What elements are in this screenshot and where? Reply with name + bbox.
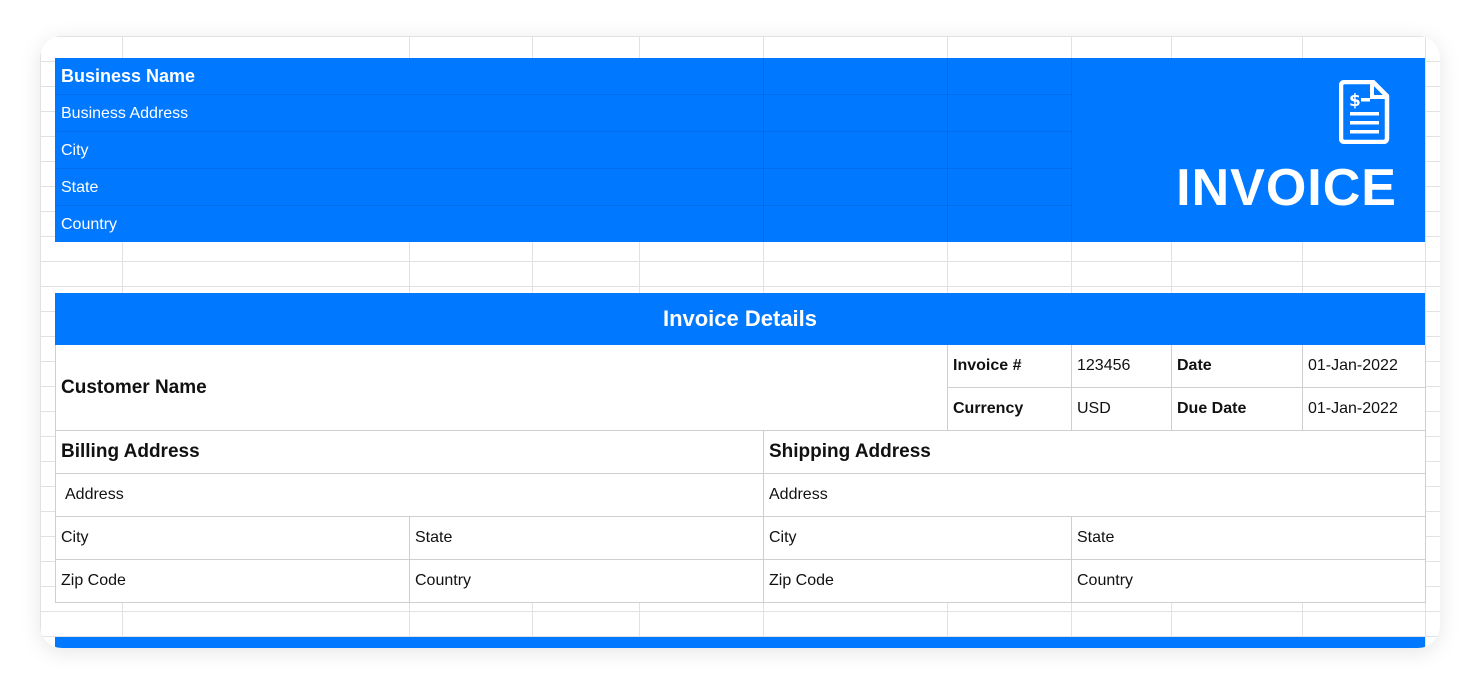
header-col-divider [1071,58,1072,242]
business-name[interactable]: Business Name [55,58,1071,95]
invoice-details-heading: Invoice Details [55,293,1425,345]
invoice-number-value[interactable]: 123456 [1072,345,1172,388]
billing-city[interactable]: City [55,517,410,560]
invoice-document-dollar-icon: $ [1339,80,1390,144]
invoice-number-label: Invoice # [948,345,1072,388]
business-state[interactable]: State [55,169,1071,206]
business-address[interactable]: Business Address [55,95,1071,132]
billing-address-heading: Billing Address [55,431,764,474]
invoice-title: INVOICE [1176,159,1397,217]
shipping-state[interactable]: State [1072,517,1426,560]
currency-value[interactable]: USD [1072,388,1172,431]
due-date-label: Due Date [1172,388,1303,431]
shipping-address-line[interactable]: Address [764,474,1426,517]
due-date-value[interactable]: 01-Jan-2022 [1303,388,1426,431]
business-country[interactable]: Country [55,206,1071,243]
shipping-address-heading: Shipping Address [764,431,1426,474]
shipping-country[interactable]: Country [1072,560,1426,603]
shipping-zip-code[interactable]: Zip Code [764,560,1072,603]
business-header: Business Name Business Address City Stat… [55,58,1425,242]
date-value[interactable]: 01-Jan-2022 [1303,345,1426,388]
customer-name[interactable]: Customer Name [55,345,948,431]
footer-accent-bar [55,637,1425,648]
invoice-sheet: Business Name Business Address City Stat… [40,36,1440,648]
billing-zip-code[interactable]: Zip Code [55,560,410,603]
billing-state[interactable]: State [410,517,764,560]
date-label: Date [1172,345,1303,388]
svg-text:$: $ [1349,91,1361,111]
billing-address-line[interactable]: Address [55,474,764,517]
currency-label: Currency [948,388,1072,431]
business-city[interactable]: City [55,132,1071,169]
billing-country[interactable]: Country [410,560,764,603]
shipping-city[interactable]: City [764,517,1072,560]
